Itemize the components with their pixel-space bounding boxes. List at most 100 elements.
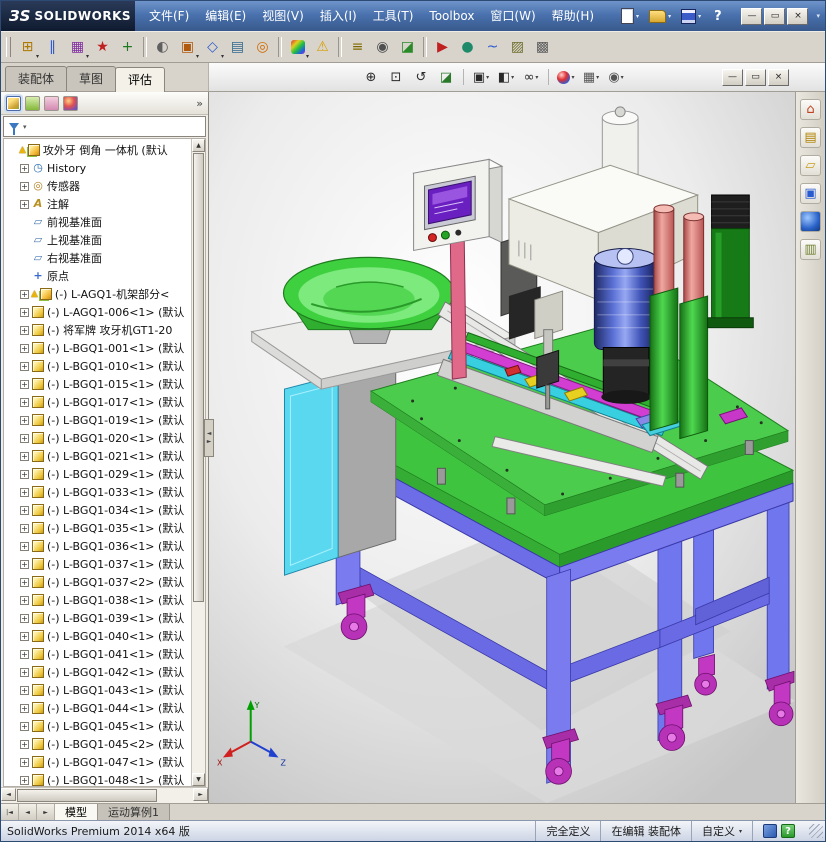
tree-item[interactable]: + (-) L-BGQ1-048<1> (默认 (6, 771, 205, 786)
expander-icon[interactable]: + (20, 307, 29, 317)
menu-item-1[interactable]: 编辑(E) (197, 5, 254, 27)
display-style-button[interactable]: ◧ ▾ (494, 67, 518, 87)
scroll-right-icon[interactable]: ► (193, 788, 208, 801)
expander-icon[interactable]: + (20, 415, 29, 425)
edit-appearance-button[interactable]: ▾ (554, 67, 578, 87)
expander-icon[interactable]: + (20, 667, 29, 677)
expander-icon[interactable]: + (20, 379, 29, 389)
tree-item[interactable]: + (-) L-BGQ1-047<1> (默认 (6, 753, 205, 771)
spindle-motor[interactable] (593, 247, 657, 404)
move-component-button[interactable]: + (115, 35, 140, 60)
commandmanager-tab-1[interactable]: 草图 (66, 66, 117, 91)
resize-grip-icon[interactable] (809, 824, 823, 838)
zoom-to-fit-button[interactable]: ⊕ (359, 67, 383, 87)
tree-item[interactable]: + ◷ History (6, 159, 205, 177)
save-button[interactable]: ▾ (678, 8, 704, 25)
tree-item[interactable]: + (-) L-BGQ1-037<2> (默认 (6, 573, 205, 591)
expander-icon[interactable]: + (20, 199, 29, 209)
commandmanager-tab-0[interactable]: 装配体 (5, 66, 68, 91)
expander-icon[interactable]: + (20, 541, 29, 551)
tree-item[interactable]: + (-) L-BGQ1-043<1> (默认 (6, 681, 205, 699)
options-button[interactable]: ▩ (530, 35, 555, 60)
expander-icon[interactable]: + (20, 613, 29, 623)
open-document-button[interactable]: ▾ (646, 9, 674, 24)
expander-icon[interactable]: + (20, 163, 29, 173)
expander-icon[interactable]: + (20, 757, 29, 767)
scroll-track[interactable] (192, 152, 205, 773)
motion-study-button[interactable]: ● (455, 35, 480, 60)
toolbar-grip[interactable] (6, 37, 11, 57)
scroll-down-icon[interactable]: ▼ (192, 773, 205, 786)
filter-caret-icon[interactable]: ▾ (23, 123, 27, 131)
expander-icon[interactable]: + (20, 487, 29, 497)
interference-detection-button[interactable]: ⚠ (310, 35, 335, 60)
insert-components-button[interactable]: ⊞ ▾ (15, 35, 40, 60)
tree-item[interactable]: + (-) L-BGQ1-021<1> (默认 (6, 447, 205, 465)
tree-item[interactable]: + (-) L-BGQ1-036<1> (默认 (6, 537, 205, 555)
expander-icon[interactable]: + (20, 469, 29, 479)
edit-appearance-button[interactable]: ▾ (285, 35, 310, 60)
tree-item[interactable]: + ▲ (-) L-AGQ1-机架部分< (6, 285, 205, 303)
panel-overflow-icon[interactable]: » (196, 97, 203, 110)
tree-item[interactable]: + (-) L-BGQ1-015<1> (默认 (6, 375, 205, 393)
menu-item-6[interactable]: 窗口(W) (482, 5, 543, 27)
bill-of-materials-button[interactable]: ▤ (225, 35, 250, 60)
menu-item-3[interactable]: 插入(I) (312, 5, 365, 27)
mate-button[interactable]: ∥ (40, 35, 65, 60)
assembly-3d-view[interactable]: Y X Z (209, 92, 795, 803)
tree-horizontal-scrollbar[interactable]: ◄ ► (1, 787, 208, 803)
tree-item[interactable]: + (-) L-BGQ1-020<1> (默认 (6, 429, 205, 447)
tree-item[interactable]: + (-) 将军牌 攻牙机GT1-20 (6, 321, 205, 339)
scroll-up-icon[interactable]: ▲ (192, 139, 205, 152)
expander-icon[interactable]: + (20, 631, 29, 641)
view-settings-button[interactable]: ◉ ▾ (604, 67, 628, 87)
splitter-right-icon[interactable]: ► (207, 438, 212, 446)
new-document-button[interactable]: ▾ (618, 7, 642, 25)
child-minimize-button[interactable]: — (722, 68, 743, 86)
solidworks-resources-button[interactable]: ⌂ (800, 99, 821, 120)
tree-item[interactable]: + (-) L-BGQ1-001<1> (默认 (6, 339, 205, 357)
tree-item[interactable]: + (-) L-BGQ1-042<1> (默认 (6, 663, 205, 681)
expander-icon[interactable]: + (20, 649, 29, 659)
tree-item[interactable]: + (-) L-BGQ1-033<1> (默认 (6, 483, 205, 501)
menu-item-4[interactable]: 工具(T) (365, 5, 422, 27)
mass-properties-button[interactable]: ◉ (370, 35, 395, 60)
featuremanager-tab[interactable] (6, 95, 21, 111)
tree-item[interactable]: + (-) L-BGQ1-044<1> (默认 (6, 699, 205, 717)
expander-icon[interactable]: + (20, 595, 29, 605)
menu-item-2[interactable]: 视图(V) (254, 5, 312, 27)
child-close-button[interactable]: × (768, 68, 789, 86)
section-view-button[interactable]: ◪ (434, 67, 458, 87)
doc-tab-0[interactable]: 模型 (55, 804, 98, 820)
custom-properties-button[interactable]: ▥ (800, 239, 821, 260)
graphics-viewport[interactable]: Y X Z (209, 92, 795, 803)
view-orientation-button[interactable]: ▣ ▾ (469, 67, 493, 87)
zoom-to-area-button[interactable]: ⊡ (384, 67, 408, 87)
tree-item[interactable]: + (-) L-BGQ1-034<1> (默认 (6, 501, 205, 519)
titlebar-caret-icon[interactable]: ▾ (816, 12, 820, 20)
curves-button[interactable]: ~ (480, 35, 505, 60)
doc-nav-button-2[interactable]: ► (37, 804, 55, 820)
doc-tab-1[interactable]: 运动算例1 (98, 804, 170, 820)
minimize-button[interactable]: — (741, 7, 763, 25)
commandmanager-tab-2[interactable]: 评估 (115, 67, 166, 92)
menu-item-5[interactable]: Toolbox (421, 5, 482, 27)
hide-show-items-button[interactable]: ∞ ▾ (519, 67, 543, 87)
maximize-button[interactable]: ▭ (764, 7, 786, 25)
tree-vertical-scrollbar[interactable]: ▲ ▼ (191, 139, 205, 786)
exploded-view-button[interactable]: ◎ (250, 35, 275, 60)
linear-component-pattern-button[interactable]: ▦ ▾ (65, 35, 90, 60)
expander-icon[interactable]: + (20, 289, 29, 299)
expander-icon[interactable]: + (20, 559, 29, 569)
configurationmanager-tab[interactable] (44, 95, 59, 111)
tree-item[interactable]: + (-) L-BGQ1-037<1> (默认 (6, 555, 205, 573)
view-palette-button[interactable]: ▣ (800, 183, 821, 204)
tree-item[interactable]: ▱ 前视基准面 (6, 213, 205, 231)
doc-nav-button-1[interactable]: ◄ (19, 804, 37, 820)
propertymanager-tab[interactable] (25, 95, 40, 111)
expander-icon[interactable]: + (20, 397, 29, 407)
hscroll-track[interactable] (16, 788, 193, 803)
menu-item-7[interactable]: 帮助(H) (544, 5, 602, 27)
expander-icon[interactable]: + (20, 181, 29, 191)
tree-item[interactable]: ▱ 上视基准面 (6, 231, 205, 249)
